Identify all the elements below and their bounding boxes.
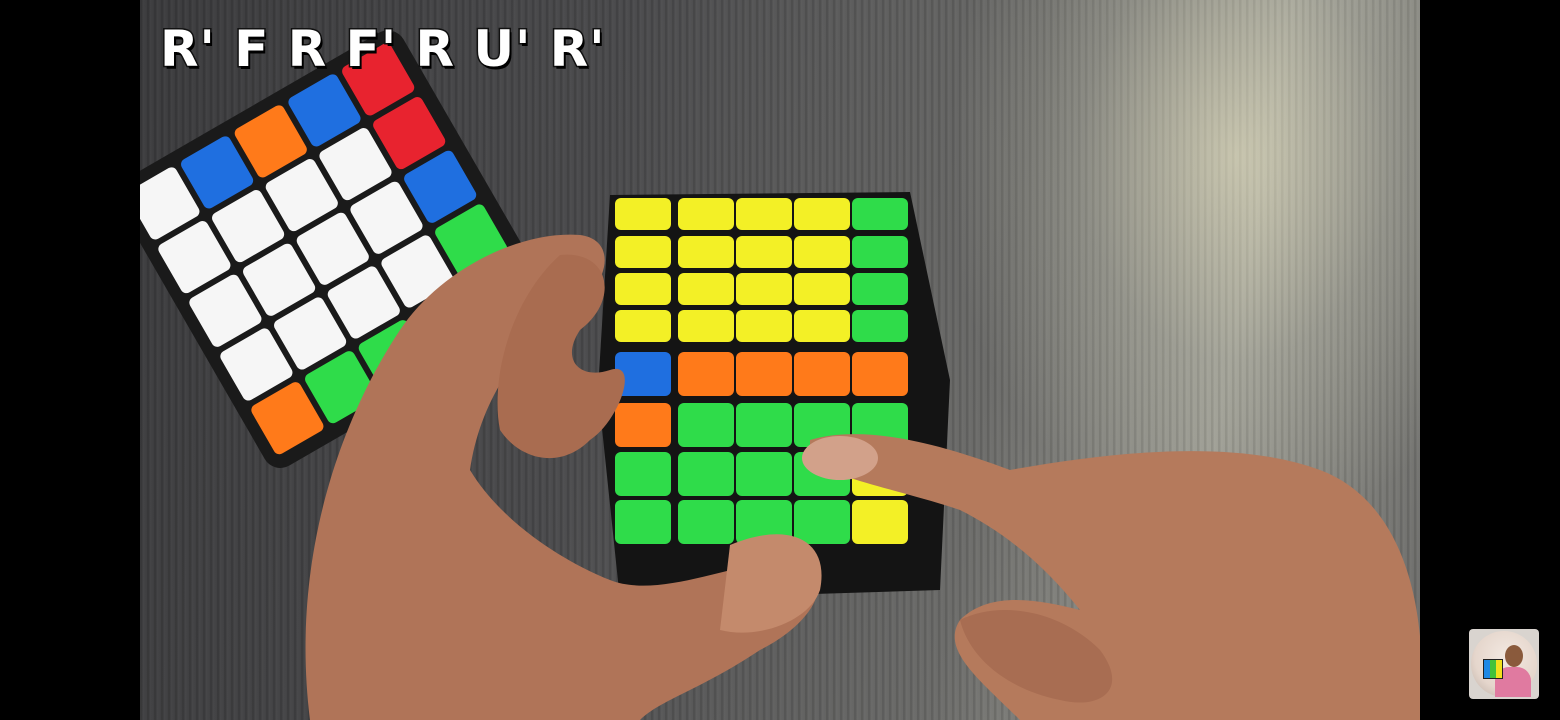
avatar-cube-icon (1483, 659, 1503, 679)
cube-sticker (615, 500, 671, 544)
cube-sticker (794, 198, 850, 230)
video-frame: R' F R F' R U' R' (140, 0, 1420, 720)
cube-sticker (678, 352, 734, 396)
cube-sticker (678, 198, 734, 230)
cube-sticker (852, 500, 908, 544)
video-player[interactable]: R' F R F' R U' R' (0, 0, 1560, 720)
cube-sticker (615, 310, 671, 342)
avatar-person-head (1505, 645, 1523, 667)
cube-sticker (678, 236, 734, 268)
cube-sticker (678, 403, 734, 447)
cube-sticker (615, 273, 671, 305)
cube-sticker (678, 500, 734, 544)
channel-avatar[interactable] (1469, 629, 1539, 699)
cube-sticker (678, 452, 734, 496)
cube-sticker (852, 198, 908, 230)
cube-sticker (852, 273, 908, 305)
cube-sticker (794, 236, 850, 268)
cube-sticker (736, 236, 792, 268)
cube-sticker (736, 273, 792, 305)
cube-sticker (852, 310, 908, 342)
background-cube (140, 30, 553, 468)
cube-sticker (852, 352, 908, 396)
cube-sticker (736, 352, 792, 396)
algorithm-notation-overlay: R' F R F' R U' R' (159, 19, 607, 80)
cube-sticker (736, 198, 792, 230)
cube-sticker (794, 273, 850, 305)
cube-sticker (615, 198, 671, 230)
cube-sticker (678, 273, 734, 305)
cube-sticker (794, 352, 850, 396)
cube-sticker (615, 452, 671, 496)
cube-sticker (736, 310, 792, 342)
cube-sticker (736, 403, 792, 447)
cube-sticker (736, 452, 792, 496)
cube-sticker (852, 236, 908, 268)
cube-sticker (615, 403, 671, 447)
scene-illustration (140, 30, 1420, 720)
cube-sticker (794, 310, 850, 342)
cube-sticker (678, 310, 734, 342)
cube-sticker (615, 236, 671, 268)
cube-sticker (794, 500, 850, 544)
